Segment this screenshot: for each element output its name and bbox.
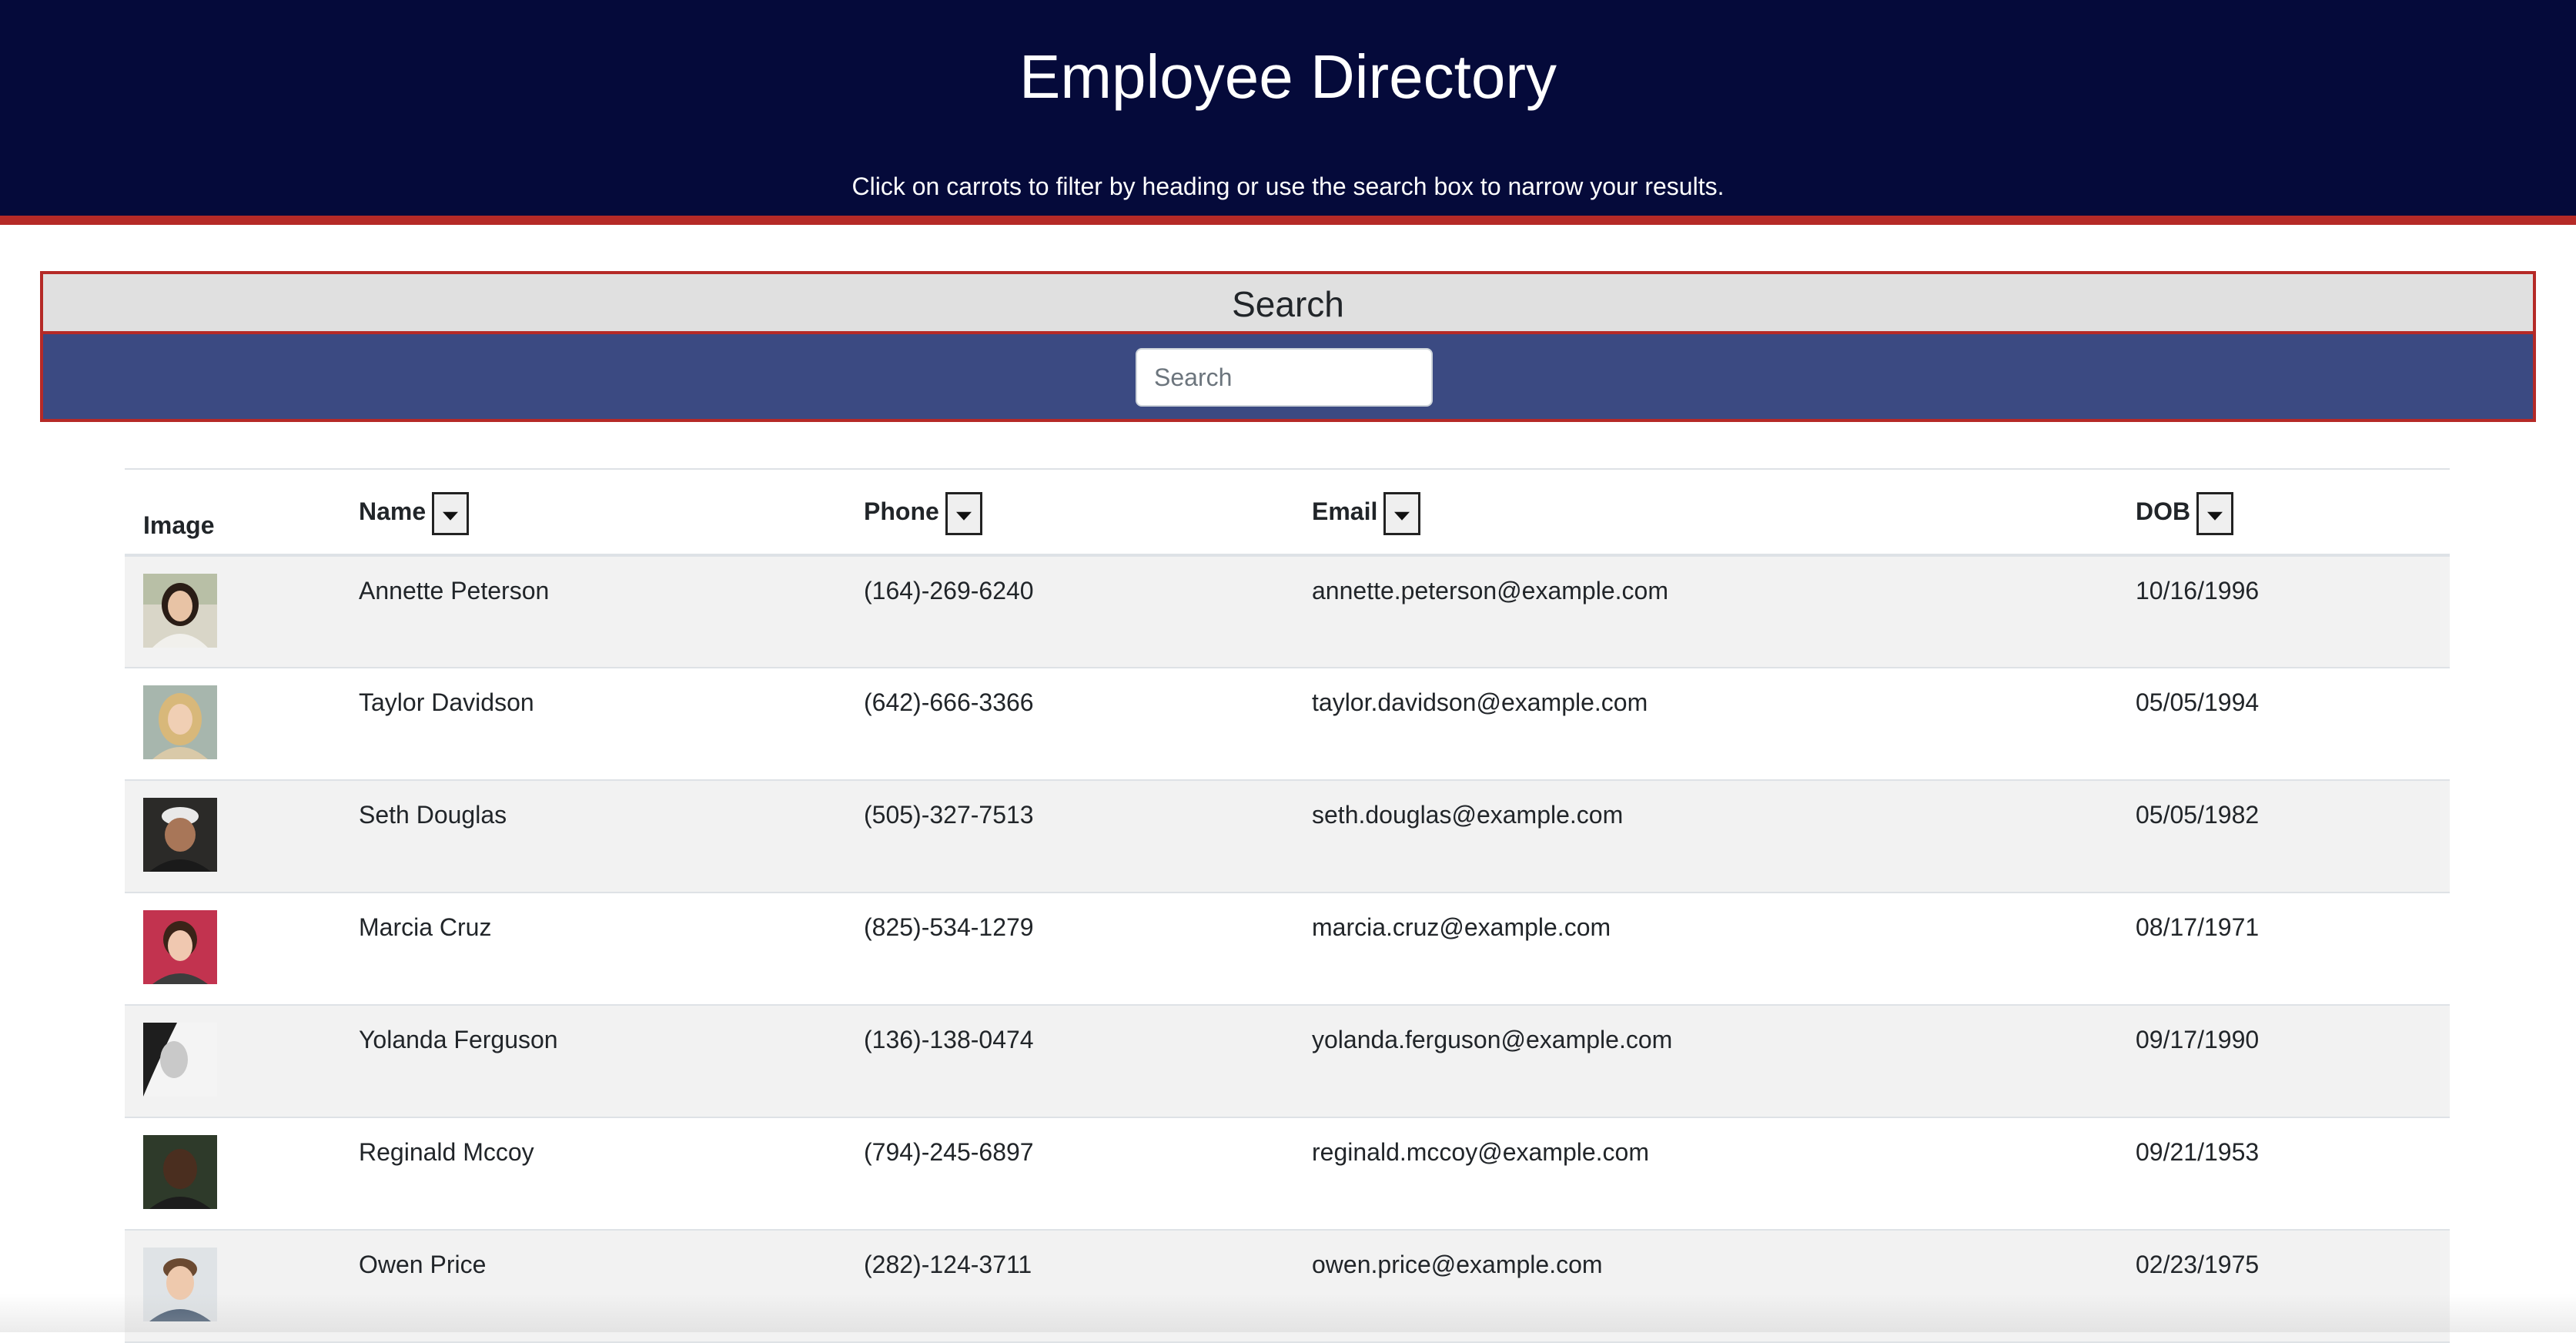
table-body: Annette Peterson (164)-269-6240 annette.…	[125, 555, 2450, 1342]
employee-photo-avatar	[143, 685, 217, 759]
employee-photo-avatar	[143, 1248, 217, 1321]
page-title: Employee Directory	[0, 40, 2576, 114]
column-header-dob: DOB	[2117, 469, 2450, 555]
table-row: Seth Douglas (505)-327-7513 seth.douglas…	[125, 780, 2450, 893]
name-cell: Owen Price	[340, 1230, 845, 1342]
sort-email-caret-down-icon[interactable]	[1383, 492, 1420, 535]
table-row: Yolanda Ferguson (136)-138-0474 yolanda.…	[125, 1005, 2450, 1117]
email-cell: owen.price@example.com	[1293, 1230, 2117, 1342]
employee-photo-avatar	[143, 574, 217, 648]
image-cell	[125, 1005, 340, 1117]
table-row: Reginald Mccoy (794)-245-6897 reginald.m…	[125, 1117, 2450, 1230]
column-header-label: DOB	[2136, 497, 2190, 526]
employee-photo-avatar	[143, 910, 217, 984]
image-cell	[125, 780, 340, 893]
search-panel: Search	[40, 271, 2536, 422]
email-cell: yolanda.ferguson@example.com	[1293, 1005, 2117, 1117]
name-cell: Seth Douglas	[340, 780, 845, 893]
table-row: Annette Peterson (164)-269-6240 annette.…	[125, 555, 2450, 668]
dob-cell: 10/16/1996	[2117, 555, 2450, 668]
image-cell	[125, 555, 340, 668]
image-cell	[125, 893, 340, 1005]
column-header-label: Image	[143, 511, 214, 539]
email-cell: reginald.mccoy@example.com	[1293, 1117, 2117, 1230]
phone-cell: (794)-245-6897	[845, 1117, 1293, 1230]
dob-cell: 05/05/1982	[2117, 780, 2450, 893]
image-cell	[125, 1117, 340, 1230]
search-input[interactable]	[1136, 348, 1433, 407]
email-cell: seth.douglas@example.com	[1293, 780, 2117, 893]
phone-cell: (164)-269-6240	[845, 555, 1293, 668]
phone-cell: (825)-534-1279	[845, 893, 1293, 1005]
table-row: Owen Price (282)-124-3711 owen.price@exa…	[125, 1230, 2450, 1342]
column-header-label: Name	[359, 497, 426, 526]
employee-photo-avatar	[143, 1023, 217, 1097]
phone-cell: (505)-327-7513	[845, 780, 1293, 893]
employee-photo-avatar	[143, 1135, 217, 1209]
email-cell: annette.peterson@example.com	[1293, 555, 2117, 668]
column-header-image: Image	[125, 469, 340, 555]
table-row: Taylor Davidson (642)-666-3366 taylor.da…	[125, 668, 2450, 780]
email-cell: taylor.davidson@example.com	[1293, 668, 2117, 780]
column-header-name: Name	[340, 469, 845, 555]
page-subtitle: Click on carrots to filter by heading or…	[0, 171, 2576, 202]
search-heading: Search	[43, 274, 2533, 334]
name-cell: Yolanda Ferguson	[340, 1005, 845, 1117]
phone-cell: (282)-124-3711	[845, 1230, 1293, 1342]
column-header-label: Phone	[864, 497, 939, 526]
dob-cell: 02/23/1975	[2117, 1230, 2450, 1342]
email-cell: marcia.cruz@example.com	[1293, 893, 2117, 1005]
sort-name-caret-down-icon[interactable]	[432, 492, 469, 535]
dob-cell: 09/21/1953	[2117, 1117, 2450, 1230]
column-header-label: Email	[1312, 497, 1377, 526]
name-cell: Annette Peterson	[340, 555, 845, 668]
column-header-phone: Phone	[845, 469, 1293, 555]
name-cell: Marcia Cruz	[340, 893, 845, 1005]
name-cell: Reginald Mccoy	[340, 1117, 845, 1230]
employee-photo-avatar	[143, 798, 217, 872]
table-row: Marcia Cruz (825)-534-1279 marcia.cruz@e…	[125, 893, 2450, 1005]
page-header: Employee Directory Click on carrots to f…	[0, 0, 2576, 225]
name-cell: Taylor Davidson	[340, 668, 845, 780]
phone-cell: (642)-666-3366	[845, 668, 1293, 780]
employee-table: Image Name Phone Email	[125, 468, 2450, 1343]
image-cell	[125, 668, 340, 780]
dob-cell: 09/17/1990	[2117, 1005, 2450, 1117]
employee-table-container: Image Name Phone Email	[125, 468, 2450, 1343]
column-header-email: Email	[1293, 469, 2117, 555]
sort-dob-caret-down-icon[interactable]	[2196, 492, 2233, 535]
sort-phone-caret-down-icon[interactable]	[945, 492, 982, 535]
dob-cell: 08/17/1971	[2117, 893, 2450, 1005]
phone-cell: (136)-138-0474	[845, 1005, 1293, 1117]
table-header-row: Image Name Phone Email	[125, 469, 2450, 555]
dob-cell: 05/05/1994	[2117, 668, 2450, 780]
image-cell	[125, 1230, 340, 1342]
